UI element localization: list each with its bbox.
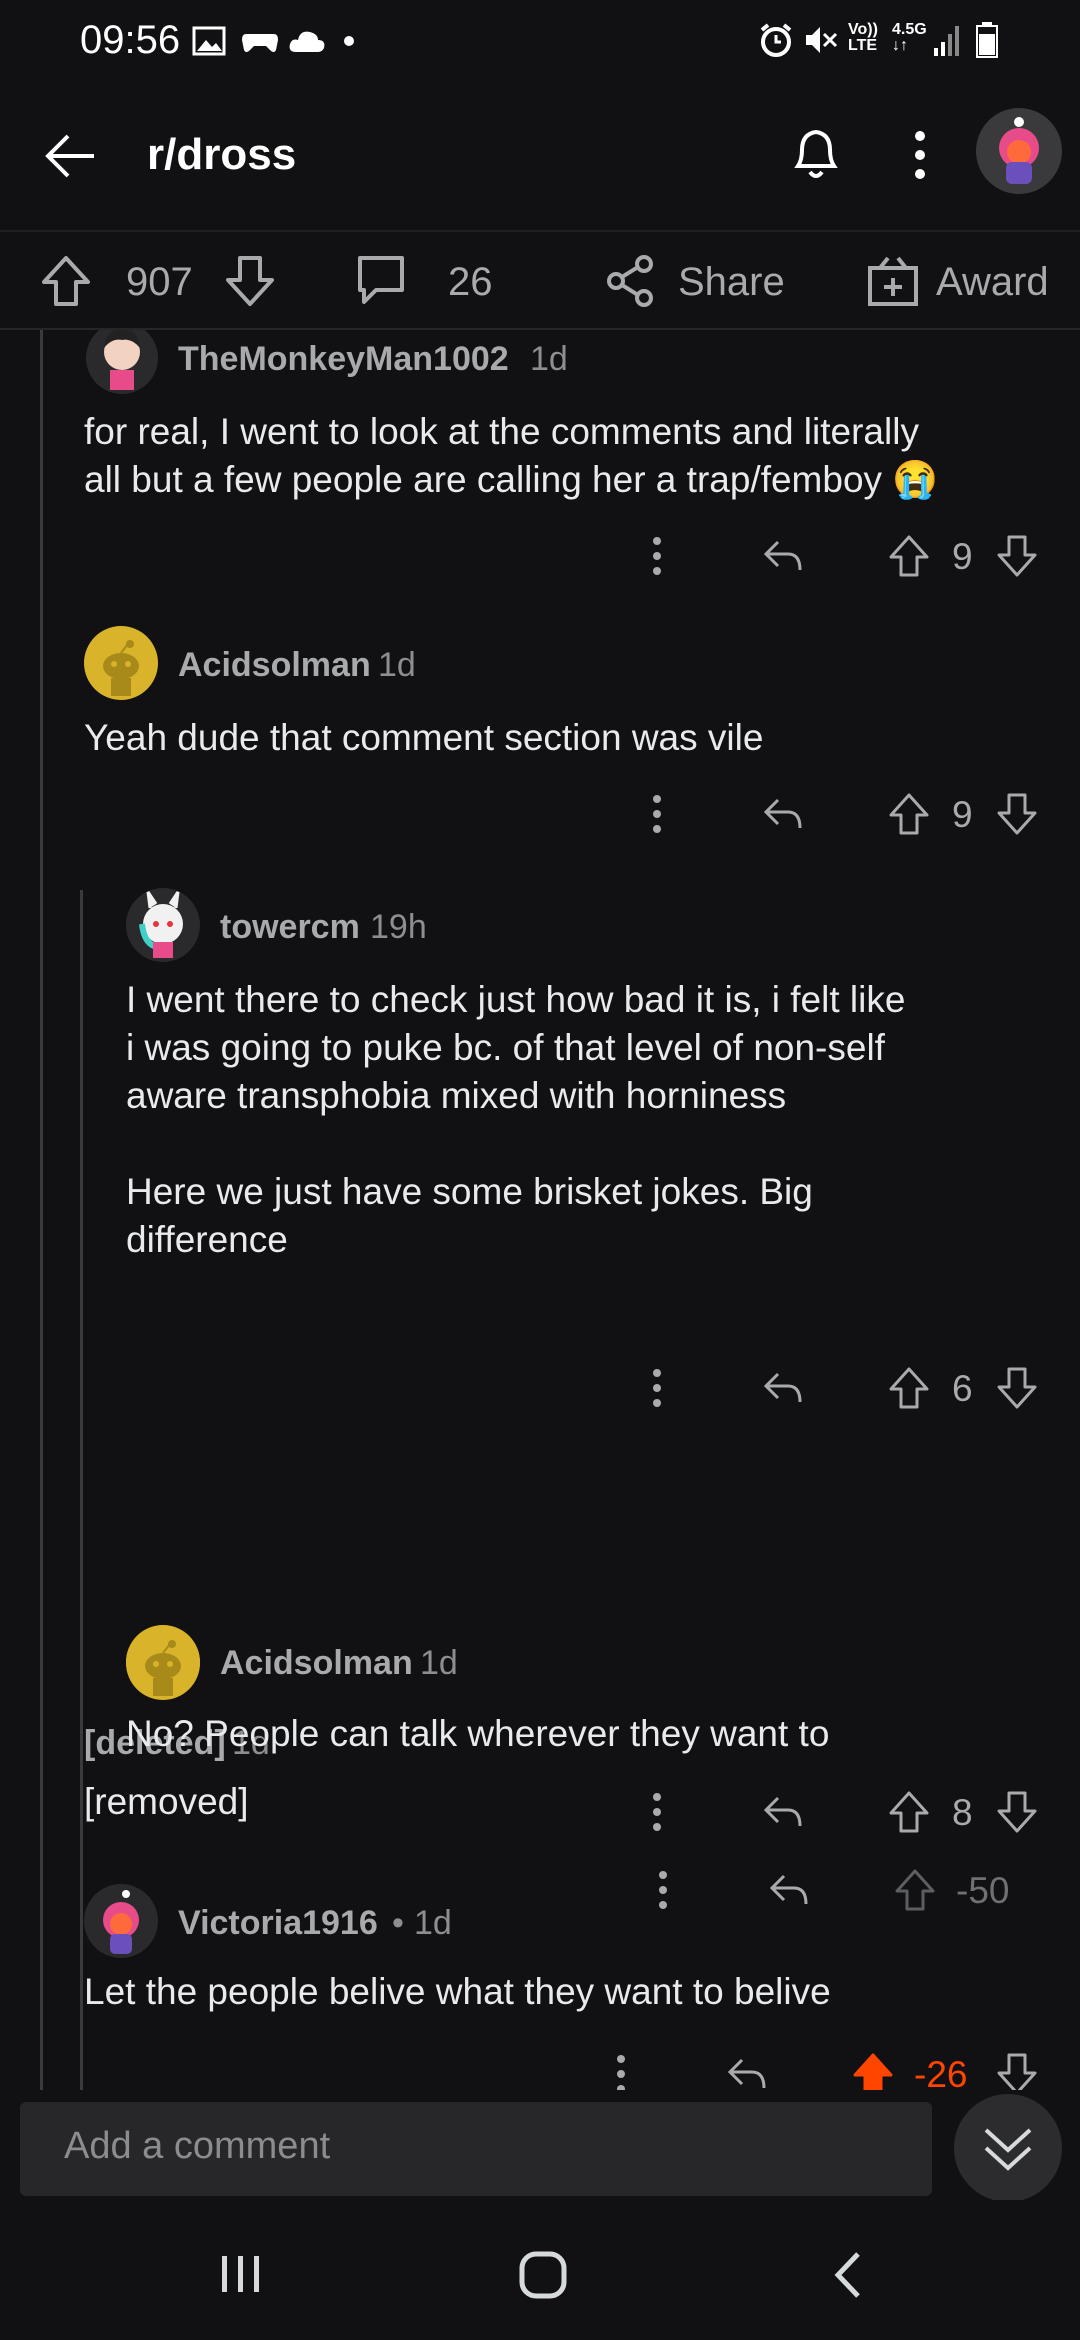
comment-body: I went there to check just how bad it is… (126, 976, 1046, 1264)
reply-icon[interactable] (762, 538, 804, 574)
comment: Acidsolman 1d Yeah dude that comment sec… (0, 626, 1080, 866)
status-bar: 09:56 Vo)) LTE 4.5G ↓↑ (0, 0, 1080, 80)
comment-body: for real, I went to look at the comments… (84, 408, 1044, 504)
comment-score: -26 (914, 2054, 968, 2090)
comment-age: 19h (370, 908, 427, 946)
volte-label: Vo)) (848, 21, 878, 38)
comment-line: aware transphobia mixed with horniness (126, 1075, 787, 1116)
comment-body: Let the people belive what they want to … (84, 1968, 1044, 2016)
back-arrow-icon[interactable] (42, 128, 98, 184)
upvote-icon[interactable] (40, 254, 92, 308)
downvote-icon[interactable] (996, 1790, 1038, 1834)
reply-icon[interactable] (762, 796, 804, 832)
more-options-icon[interactable] (652, 1792, 662, 1832)
comment: Victoria1916 • 1d Let the people belive … (0, 1880, 1080, 2090)
subreddit-title[interactable]: r/dross (147, 130, 296, 180)
comment-line: Let the people belive what they want to … (84, 1971, 831, 2012)
more-options-icon[interactable] (652, 536, 662, 576)
reply-icon[interactable] (762, 1794, 804, 1830)
comment-line: I went there to check just how bad it is… (126, 979, 906, 1020)
downvote-icon[interactable] (996, 534, 1038, 578)
comment-line: all but a few people are calling her a t… (84, 459, 939, 500)
comment-username[interactable]: towercm (220, 908, 360, 947)
comment-age: 1d (530, 340, 568, 378)
snoo-avatar[interactable] (84, 626, 158, 700)
upvote-icon[interactable] (888, 534, 930, 578)
app-header: r/dross (0, 80, 1080, 232)
more-options-icon[interactable] (908, 130, 932, 180)
reply-icon[interactable] (726, 2056, 768, 2090)
cloud-icon (288, 28, 326, 54)
award-button[interactable]: Award (936, 260, 1049, 305)
network-type: 4.5G ↓↑ (892, 21, 927, 54)
downvote-icon[interactable] (224, 254, 276, 308)
user-avatar[interactable] (84, 1884, 158, 1958)
comment-age: 1d (414, 1904, 452, 1942)
comment-line: i was going to puke bc. of that level of… (126, 1027, 885, 1068)
comment-username[interactable]: Acidsolman (178, 646, 371, 685)
signal-icon (934, 24, 964, 56)
network-label: 4.5G (892, 21, 927, 38)
comment-username[interactable]: TheMonkeyMan1002 (178, 340, 509, 379)
add-comment-input[interactable] (62, 2124, 906, 2169)
user-avatar[interactable] (126, 888, 200, 962)
comment-line: Here we just have some brisket jokes. Bi… (126, 1171, 813, 1212)
more-options-icon[interactable] (616, 2054, 626, 2090)
comment-username[interactable]: Acidsolman (220, 1644, 413, 1683)
user-avatar[interactable] (976, 108, 1062, 194)
volte-indicator: Vo)) LTE (848, 22, 878, 54)
system-nav-bar (0, 2200, 1080, 2340)
comment-score: 8 (952, 1792, 973, 1833)
downvote-icon[interactable] (996, 792, 1038, 836)
comment-line: No? People can talk wherever they want t… (126, 1713, 830, 1754)
comment-separator: • (392, 1904, 404, 1942)
comment-line-blank (126, 1120, 1046, 1168)
notification-dot-icon (344, 36, 354, 46)
status-time: 09:56 (80, 18, 181, 62)
snoo-avatar[interactable] (126, 1626, 200, 1700)
comment-body: No? People can talk wherever they want t… (126, 1710, 1046, 1758)
upvote-icon[interactable] (888, 792, 930, 836)
gallery-icon (192, 26, 226, 56)
comment-age: 1d (378, 646, 416, 684)
upvote-icon-active[interactable] (852, 2052, 894, 2090)
comment-score: 9 (952, 794, 973, 835)
game-controller-icon (240, 26, 280, 56)
share-button[interactable]: Share (678, 260, 785, 305)
comment-reply-content: Acidsolman 1d No? People can talk wherev… (0, 1620, 1080, 1860)
nav-back-icon[interactable] (830, 2250, 864, 2300)
award-gift-icon[interactable] (866, 254, 920, 308)
lte-label: LTE (848, 37, 878, 54)
share-icon[interactable] (604, 254, 656, 308)
comment: TheMonkeyMan1002 1d for real, I went to … (0, 330, 1080, 600)
user-avatar[interactable] (86, 330, 158, 394)
home-icon[interactable] (518, 2250, 568, 2300)
comment-score: 9 (952, 536, 973, 577)
comment-age: 1d (420, 1644, 458, 1682)
comment-body: Yeah dude that comment section was vile (84, 714, 1044, 762)
post-score: 907 (126, 260, 193, 304)
comment: [deleted] 1d (0, 1390, 1080, 1762)
jump-next-comment-button[interactable] (954, 2094, 1062, 2202)
bell-icon[interactable] (788, 124, 844, 184)
alarm-icon (758, 22, 794, 58)
mute-icon (802, 22, 838, 58)
double-chevron-down-icon (982, 2124, 1034, 2174)
comment-line: Yeah dude that comment section was vile (84, 717, 764, 758)
comment-count: 26 (448, 260, 493, 304)
comment-line: for real, I went to look at the comments… (84, 411, 919, 452)
battery-icon (976, 22, 998, 58)
comment-bubble-icon[interactable] (354, 252, 408, 308)
comment-username[interactable]: Victoria1916 (178, 1904, 378, 1943)
comment-line: difference (126, 1219, 288, 1260)
post-action-bar: 907 26 Share Award (0, 232, 1080, 330)
recent-apps-icon[interactable] (218, 2252, 266, 2296)
more-options-icon[interactable] (652, 794, 662, 834)
downvote-icon[interactable] (996, 2052, 1038, 2090)
comment-composer (20, 2102, 932, 2196)
upvote-icon[interactable] (888, 1790, 930, 1834)
